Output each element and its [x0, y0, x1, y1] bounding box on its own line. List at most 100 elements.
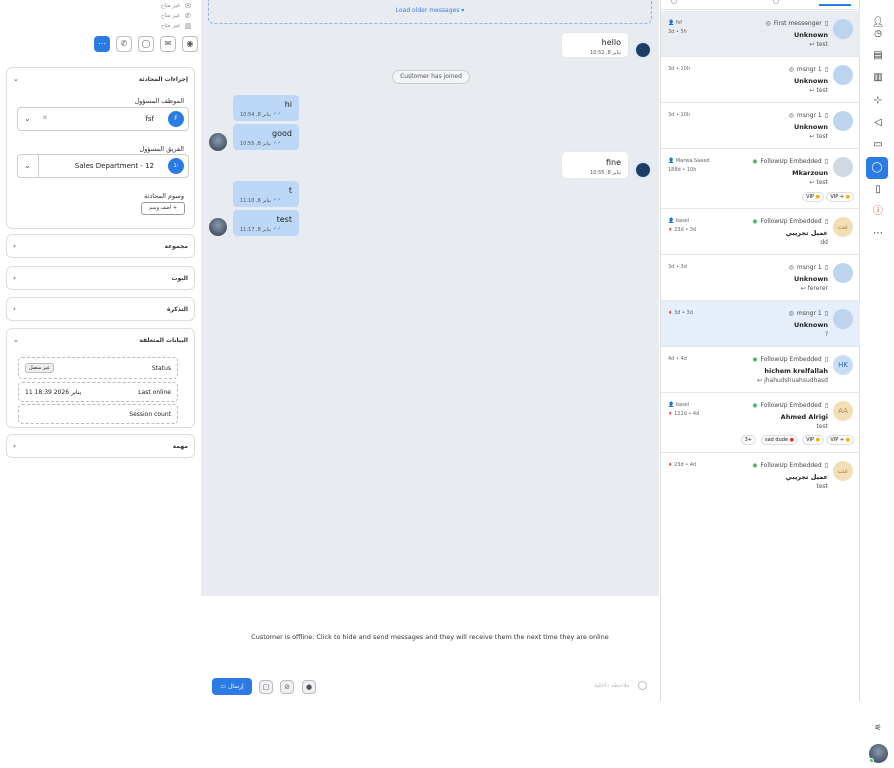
section-bot[interactable]: › البوت [6, 266, 195, 290]
conversation-item[interactable]: 3d • 3d ◎ msngr 1 ▯ Unknown ↩ fererer [661, 255, 860, 301]
conversation-item[interactable]: ♦ 23d • 4d ◉ FollowUp Embedded ▯ عميل تجري… [661, 453, 860, 499]
contact-name: Ahmed Alrigi [780, 413, 828, 421]
contact-name: عميل تجريبي [785, 473, 828, 481]
conversation-item[interactable]: 👤 basel ♦ 23d • 3d ◉ FollowUp Embedded ▯ ع… [661, 209, 860, 255]
folder-icon[interactable]: ▭ [871, 138, 885, 152]
chevron-down-icon: ⌄ [13, 336, 19, 344]
chat-button[interactable]: ◯ [138, 36, 154, 52]
section-ticket[interactable]: › التذكرة [6, 297, 195, 321]
contact-avatar [833, 309, 853, 329]
team-select[interactable]: ⌄ Sales Department - 12 1- [17, 154, 189, 178]
agent-name: Marwa Saeed [675, 158, 710, 164]
add-tag-button[interactable]: أضف وسم + [141, 202, 185, 215]
read-check-icon: ✓✓ [273, 140, 282, 146]
conversation-item[interactable]: 3d • 10h ◎ msngr 1 ▯ Unknown ↩ test [661, 57, 860, 103]
settings-sliders-icon[interactable]: ⚟ [871, 721, 885, 735]
contact-avatar [833, 111, 853, 131]
filter-icon[interactable] [671, 0, 677, 4]
last-message-text: test [816, 41, 828, 48]
message-text: hi [284, 100, 292, 109]
contact-avatar [833, 263, 853, 283]
agent-name: basel [675, 218, 690, 224]
last-message-text: test [816, 179, 828, 186]
compose-area: Customer is offline. Click to hide and s… [201, 595, 659, 701]
conversation-item-selected[interactable]: ♦ 3d • 3d ◎ msngr 1 ▯ Unknown ? [661, 301, 860, 347]
section-group[interactable]: › مجموعة [6, 234, 195, 258]
contact-name: Mkarzoun [792, 169, 828, 177]
customer-joined-notice: Customer has joined [392, 70, 470, 84]
active-tab-indicator [819, 4, 851, 6]
section-ticket-title: التذكرة [167, 305, 188, 313]
more-icon[interactable]: ⋯ [871, 227, 885, 241]
last-message: ↩ test [809, 133, 828, 140]
sitemap-icon[interactable]: ⊹ [871, 94, 885, 108]
message-bubble-incoming[interactable]: t 11:10 ,8 يناير ✓✓ [233, 181, 299, 207]
more-button[interactable]: ⋯ [94, 36, 110, 52]
message-bubble-outgoing[interactable]: hello 10:52 ,8 يناير [562, 33, 628, 57]
contact-avatar: عت [833, 461, 853, 481]
internal-note-toggle[interactable] [638, 681, 647, 690]
message-bubble-outgoing[interactable]: fine 10:55 ,8 يناير [562, 152, 628, 178]
conversation-time: 3d • 5h [668, 29, 687, 35]
tag-pill: VIP ● [802, 435, 824, 445]
conversation-item[interactable]: 4d • 4d ◉ FollowUp Embedded ▯ hichem krelf… [661, 347, 860, 393]
attach-button[interactable]: ⊘ [280, 680, 294, 694]
page-icon: ▯ [824, 310, 828, 317]
contact-panel: غير متاح ✉ غير متاح ✆ غير متاح ▥ ⋯ ✆ ◯ ✉ ◉ … [0, 0, 200, 768]
chart-icon[interactable]: ▥ [871, 71, 885, 85]
call-button[interactable]: ✆ [116, 36, 132, 52]
chat-area[interactable]: Load older messages ▾ hello 10:52 ,8 ينا… [201, 0, 659, 595]
megaphone-icon[interactable]: ◁ [871, 116, 885, 130]
message-text: hello [601, 38, 621, 47]
contact-actions: ⋯ ✆ ◯ ✉ ◉ [94, 36, 198, 52]
load-older-button[interactable]: Load older messages ▾ [208, 0, 652, 24]
message-timestamp: 11:10 ,8 يناير [240, 198, 271, 204]
read-check-icon: ✓✓ [273, 197, 282, 203]
conversation-time: 3d • 10h [668, 112, 691, 118]
message-bubble-incoming[interactable]: good 10:55 ,8 يناير ✓✓ [233, 124, 299, 150]
message-timestamp: 11:17 ,8 يناير [240, 227, 271, 233]
related-data-title: البيانات المتعلقة [139, 336, 188, 344]
paperclip-icon: ⊘ [284, 683, 290, 691]
conversation-actions-header[interactable]: ⌄ إجراءات المحادثة [7, 68, 194, 90]
conversation-agent: 👤 basel [668, 218, 690, 224]
conversation-time: ♦ 23d • 3d [668, 227, 696, 233]
list-filter-tabs[interactable] [661, 0, 860, 10]
message-bubble-incoming[interactable]: test 11:17 ,8 يناير ✓✓ [233, 210, 299, 236]
conversation-item[interactable]: 👤 basel ♦ 122d • 4d ◉ FollowUp Embedded ▯ … [661, 393, 860, 453]
clear-icon[interactable]: ✕ [42, 114, 48, 122]
priority-icon: ♦ [668, 462, 673, 468]
assignee-select[interactable]: ⌄ ✕ fsf F [17, 107, 189, 131]
contact-name: Unknown [794, 275, 828, 283]
email-button[interactable]: ✉ [160, 36, 176, 52]
whatsapp-button[interactable]: ◉ [182, 36, 198, 52]
tag-pill: VIP + ● [826, 192, 854, 202]
conversation-channel: ◉ FollowUp Embedded ▯ [752, 462, 828, 469]
message-bubble-incoming[interactable]: hi 10:54 ,8 يناير ✓✓ [233, 95, 299, 121]
offline-notice[interactable]: Customer is offline. Click to hide and s… [201, 633, 659, 641]
section-task[interactable]: › مهمة [6, 434, 195, 458]
chevron-down-icon: ⌄ [24, 161, 31, 170]
related-data-header[interactable]: ⌄ البيانات المتعلقة [7, 329, 194, 351]
conversation-actions-card: ⌄ إجراءات المحادثة الموظف المسؤول ⌄ ✕ fsf… [6, 67, 195, 229]
alert-icon[interactable]: ⓘ [871, 205, 885, 219]
conversation-item[interactable]: 👤 fsf 3d • 5h ◎ First messenger ▯ Unknown … [661, 11, 860, 57]
assignee-label: الموظف المسؤول [134, 97, 184, 105]
chat-nav-icon[interactable]: ◯ [866, 157, 888, 179]
conversation-item[interactable]: 👤 Marwa Saeed 188d • 10h ◉ FollowUp Embed… [661, 149, 860, 209]
filter-icon[interactable] [773, 0, 779, 4]
priority-icon: ♦ [668, 411, 673, 417]
mic-button[interactable]: ● [302, 680, 316, 694]
inbox-icon[interactable]: ▤ [871, 49, 885, 63]
send-button[interactable]: ▭ إرسال [212, 678, 252, 695]
conversation-time: 4d • 4d [668, 356, 687, 362]
conversation-channel: ◎ msngr 1 ▯ [789, 112, 828, 119]
priority-icon: ♦ [668, 310, 673, 316]
template-button[interactable]: ▢ [259, 680, 273, 694]
history-icon[interactable]: ◷ [871, 27, 885, 41]
book-icon[interactable]: ▯ [871, 183, 885, 197]
more-tags-pill[interactable]: 3+ [740, 435, 756, 445]
conversation-item[interactable]: 3d • 10h ◎ msngr 1 ▯ Unknown ↩ test [661, 103, 860, 149]
profile-avatar[interactable] [869, 744, 888, 763]
conversation-time: 3d • 10h [668, 66, 691, 72]
